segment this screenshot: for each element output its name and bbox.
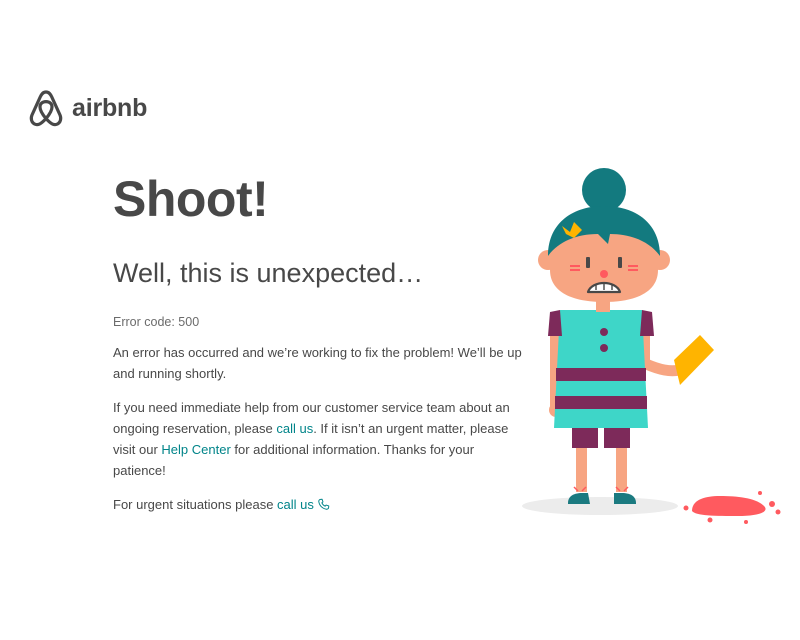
airbnb-wordmark: airbnb <box>72 93 148 122</box>
airbnb-logo[interactable]: airbnb <box>28 88 147 128</box>
ground-shadow <box>522 497 678 515</box>
phone-icon <box>317 496 330 517</box>
help-center-link[interactable]: Help Center <box>161 442 230 457</box>
error-content: Shoot! Well, this is unexpected… Error c… <box>113 168 523 517</box>
error-subheadline: Well, this is unexpected… <box>113 258 424 288</box>
call-us-link[interactable]: call us <box>276 421 313 436</box>
help-paragraph: If you need immediate help from our cust… <box>113 397 523 481</box>
error-description: An error has occurred and we’re working … <box>113 345 522 381</box>
urgent-call-us-link[interactable]: call us <box>277 497 330 512</box>
error-code: Error code: 500 <box>113 315 200 329</box>
dropped-ice-cream-icon <box>683 491 781 524</box>
urgent-text: For urgent situations please <box>113 497 278 512</box>
urgent-paragraph: For urgent situations please call us <box>113 494 523 517</box>
urgent-call-us-label: call us <box>277 497 314 512</box>
error-page: airbnb Shoot! Well, this is unexpected… … <box>0 0 800 640</box>
girl-dropped-ice-cream-illustration <box>520 160 790 530</box>
ice-cream-cone-icon <box>674 335 714 385</box>
error-headline: Shoot! <box>113 171 269 227</box>
airbnb-belo-icon <box>28 88 64 128</box>
